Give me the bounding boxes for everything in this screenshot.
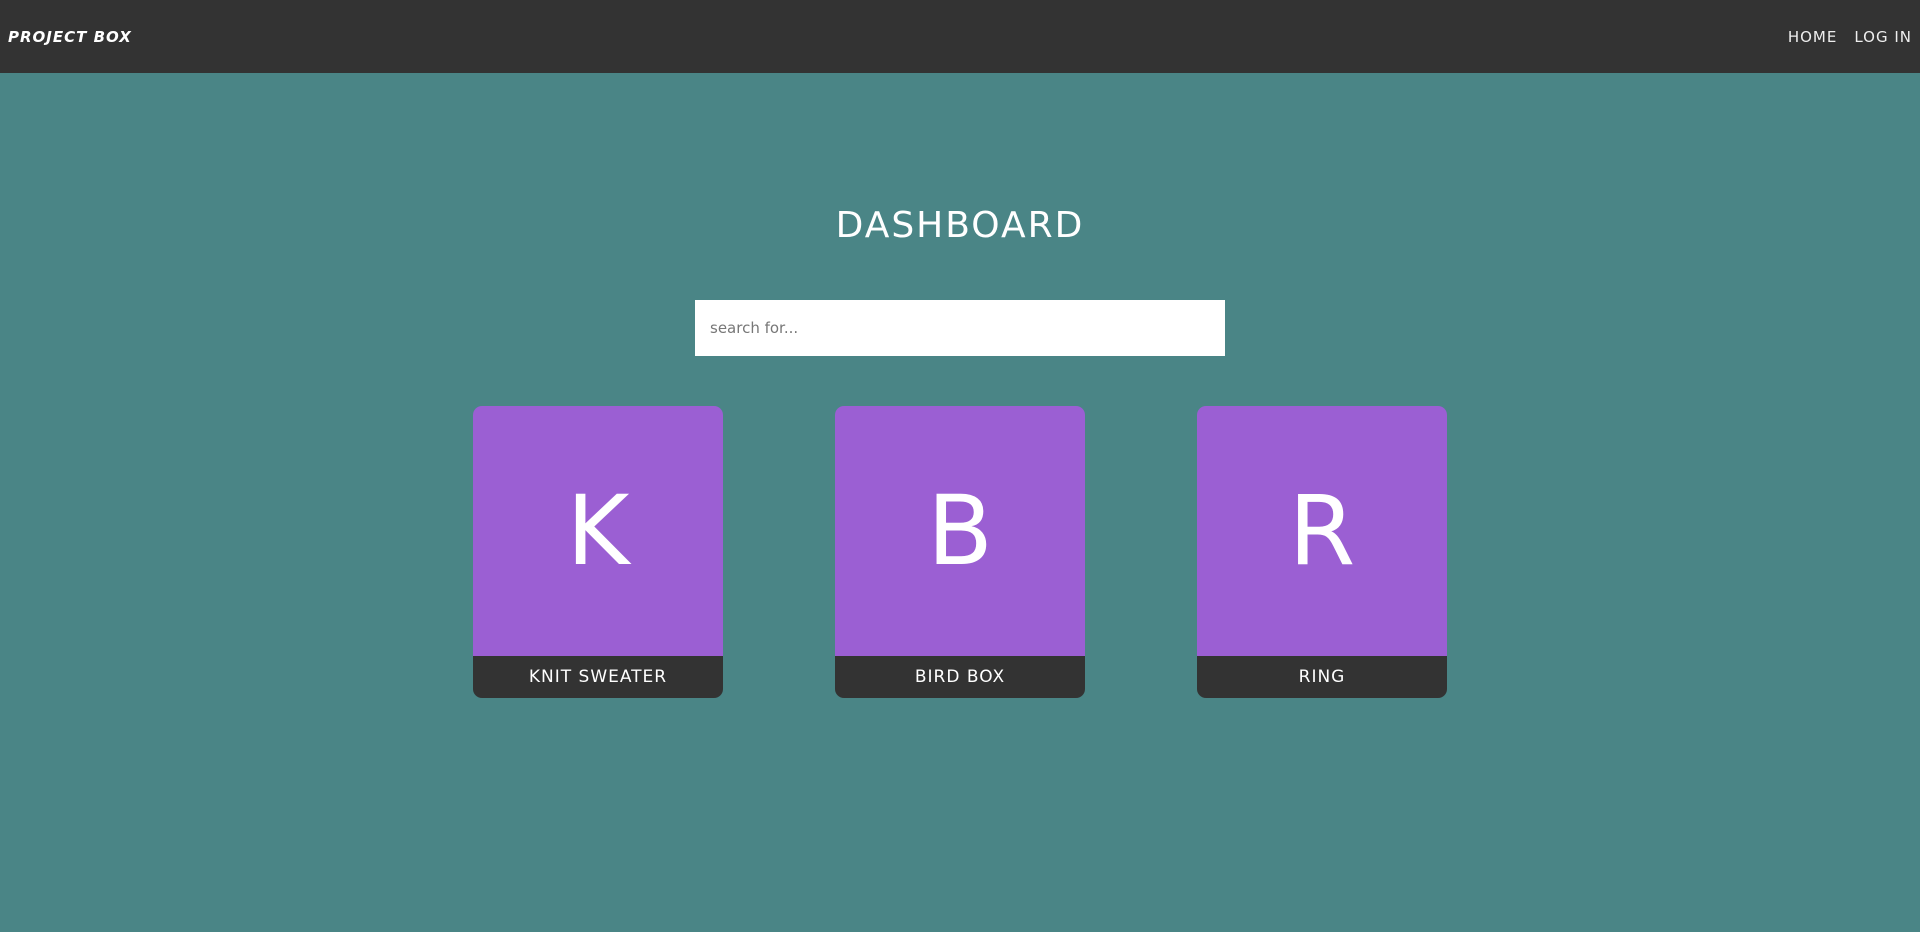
top-navbar: PROJECT BOX HOME LOG IN bbox=[0, 0, 1920, 73]
search-input[interactable] bbox=[695, 300, 1225, 356]
page-title: DASHBOARD bbox=[835, 205, 1085, 246]
card-label: KNIT SWEATER bbox=[473, 656, 723, 698]
project-card-bird-box[interactable]: B BIRD BOX bbox=[835, 406, 1085, 698]
nav-login-link[interactable]: LOG IN bbox=[1854, 28, 1912, 46]
project-card-ring[interactable]: R RING bbox=[1197, 406, 1447, 698]
project-card-knit-sweater[interactable]: K KNIT SWEATER bbox=[473, 406, 723, 698]
card-label: BIRD BOX bbox=[835, 656, 1085, 698]
card-label: RING bbox=[1197, 656, 1447, 698]
card-initial: B bbox=[835, 406, 1085, 656]
nav-home-link[interactable]: HOME bbox=[1788, 28, 1838, 46]
card-initial: K bbox=[473, 406, 723, 656]
nav-links: HOME LOG IN bbox=[1788, 28, 1912, 46]
brand-logo[interactable]: PROJECT BOX bbox=[8, 28, 132, 46]
card-initial: R bbox=[1197, 406, 1447, 656]
